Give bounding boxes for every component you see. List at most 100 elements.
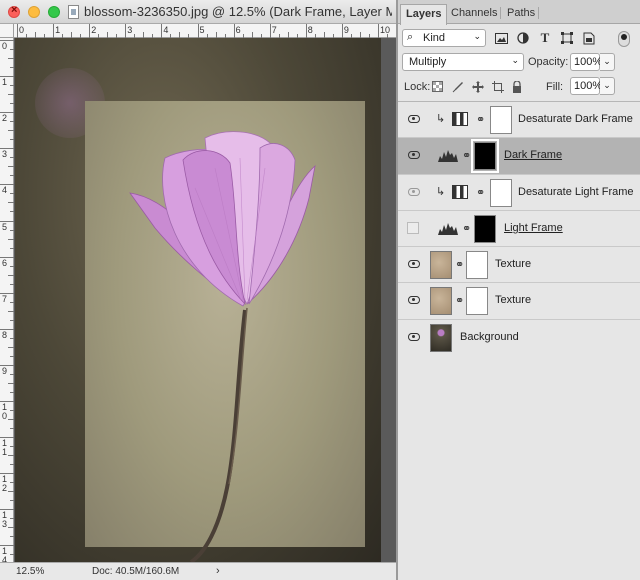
opacity-input[interactable]: 100% [570, 53, 602, 71]
ruler-corner[interactable] [0, 24, 14, 38]
status-bar: 12.5% Doc: 40.5M/160.6M › [0, 562, 396, 580]
layer-name[interactable]: Dark Frame [504, 149, 562, 161]
horizontal-ruler[interactable]: 0 1 2 3 4 5 6 7 8 9 10 [14, 24, 407, 38]
visibility-eye-icon[interactable] [408, 151, 420, 160]
lock-position-icon[interactable] [472, 81, 484, 96]
ruler-minor-tick [10, 193, 14, 195]
status-menu-arrow[interactable]: › [216, 565, 220, 577]
layer-desaturate-dark-frame[interactable]: ↳ ⚭ Desaturate Dark Frame [398, 102, 640, 139]
link-icon[interactable]: ⚭ [455, 258, 464, 271]
opacity-dropdown-button[interactable]: ⌄ [600, 53, 615, 71]
layer-mask-thumbnail[interactable] [471, 139, 499, 174]
visibility-eye-icon[interactable] [408, 187, 420, 196]
layer-dark-frame[interactable]: ⚭ Dark Frame [398, 138, 640, 175]
photo-dark-frame [15, 38, 381, 562]
tab-paths[interactable]: Paths [502, 4, 540, 24]
kind-filter-select[interactable]: ⌕ Kind ⌄ [402, 29, 486, 47]
title-bar: blossom-3236350.jpg @ 12.5% (Dark Frame,… [0, 0, 396, 24]
panel-empty-area [398, 355, 640, 580]
layer-thumbnail[interactable] [430, 287, 452, 316]
levels-adjustment-icon[interactable] [438, 221, 458, 235]
ruler-number: 6 [2, 257, 8, 268]
fill-input[interactable]: 100% [570, 77, 602, 95]
ruler-minor-tick [8, 94, 14, 96]
layer-mask-thumbnail[interactable] [466, 287, 488, 316]
ruler-minor-tick [10, 428, 14, 430]
adjustment-filter-icon[interactable] [516, 31, 530, 45]
ruler-number: 1 0 [2, 402, 8, 421]
lock-transparent-pixels-icon[interactable] [432, 81, 443, 95]
layer-thumbnail[interactable] [430, 251, 452, 280]
vertical-scrollbar[interactable] [381, 38, 396, 562]
layer-mask-thumbnail[interactable] [466, 251, 488, 280]
layer-name[interactable]: Light Frame [504, 222, 563, 234]
levels-adjustment-icon[interactable] [438, 148, 458, 163]
link-icon[interactable]: ⚭ [462, 149, 471, 162]
close-window-button[interactable] [8, 4, 20, 18]
layer-texture[interactable]: ⚭ Texture [398, 247, 640, 284]
hue-saturation-adjustment-icon[interactable] [452, 184, 468, 199]
layer-mask-thumbnail[interactable] [490, 106, 512, 134]
visibility-eye-icon[interactable] [408, 260, 420, 269]
hue-saturation-adjustment-icon[interactable] [452, 112, 468, 126]
ruler-minor-tick [10, 319, 14, 321]
ruler-minor-tick [10, 482, 14, 484]
minimize-window-button[interactable] [28, 6, 40, 18]
visibility-toggle-box[interactable] [407, 221, 419, 234]
layer-mask-thumbnail[interactable] [490, 178, 512, 207]
layer-mask-thumbnail[interactable] [474, 214, 496, 243]
layer-texture[interactable]: ⚭ Texture [398, 283, 640, 320]
blend-mode-select[interactable]: Multiply ⌄ [402, 53, 524, 71]
tab-layers[interactable]: Layers [400, 4, 448, 25]
visibility-eye-icon[interactable] [408, 332, 420, 341]
ruler-number: 7 [2, 293, 8, 304]
link-icon[interactable]: ⚭ [462, 222, 471, 235]
layer-desaturate-light-frame[interactable]: ↳ ⚭ Desaturate Light Frame [398, 174, 640, 211]
ruler-minor-tick [10, 157, 14, 159]
lock-all-icon[interactable] [512, 80, 522, 96]
link-icon[interactable]: ⚭ [476, 186, 485, 199]
photoshop-window: blossom-3236350.jpg @ 12.5% (Dark Frame,… [0, 0, 640, 580]
pixel-filter-icon[interactable] [494, 31, 508, 45]
link-icon[interactable]: ⚭ [476, 113, 485, 126]
ruler-minor-tick [10, 175, 14, 177]
ruler-minor-tick [8, 419, 14, 421]
ruler-tick [378, 24, 379, 38]
shape-filter-icon[interactable] [560, 31, 574, 45]
link-icon[interactable]: ⚭ [455, 294, 464, 307]
layer-thumbnail[interactable] [430, 323, 452, 352]
smart-object-filter-icon[interactable] [582, 31, 596, 45]
ruler-number: 2 [2, 113, 8, 124]
layer-name[interactable]: Desaturate Dark Frame [518, 113, 633, 125]
ruler-minor-tick [10, 49, 14, 51]
zoom-level[interactable]: 12.5% [16, 566, 44, 577]
canvas-area[interactable] [15, 38, 396, 562]
ruler-minor-tick [10, 500, 14, 502]
ruler-minor-tick [10, 446, 14, 448]
clipping-arrow-icon: ↳ [436, 113, 446, 125]
layer-name[interactable]: Background [460, 331, 519, 343]
layer-light-frame[interactable]: ⚭ Light Frame [398, 210, 640, 248]
ruler-tick [125, 24, 127, 38]
ruler-minor-tick [10, 391, 14, 393]
layer-name[interactable]: Texture [495, 294, 531, 306]
ruler-tick [305, 24, 307, 38]
lock-artboard-icon[interactable] [492, 81, 504, 96]
ruler-tick [53, 24, 55, 38]
tab-channels[interactable]: Channels [446, 4, 502, 24]
tulip-image [129, 131, 316, 562]
vertical-ruler[interactable]: 01234567891 01 11 21 31 4 [0, 38, 14, 574]
layer-name[interactable]: Texture [495, 258, 531, 270]
ruler-minor-tick [10, 67, 14, 69]
filter-toggle-switch[interactable] [618, 31, 630, 47]
type-filter-icon[interactable]: T [538, 30, 552, 45]
layer-background[interactable]: Background [398, 319, 640, 357]
ruler-minor-tick [8, 310, 14, 312]
ruler-minor-tick [10, 121, 14, 123]
zoom-window-button[interactable] [48, 6, 60, 18]
layer-name[interactable]: Desaturate Light Frame [518, 186, 634, 198]
visibility-eye-icon[interactable] [408, 115, 420, 123]
lock-image-pixels-icon[interactable] [452, 81, 464, 96]
visibility-eye-icon[interactable] [408, 296, 420, 305]
fill-dropdown-button[interactable]: ⌄ [600, 77, 615, 95]
